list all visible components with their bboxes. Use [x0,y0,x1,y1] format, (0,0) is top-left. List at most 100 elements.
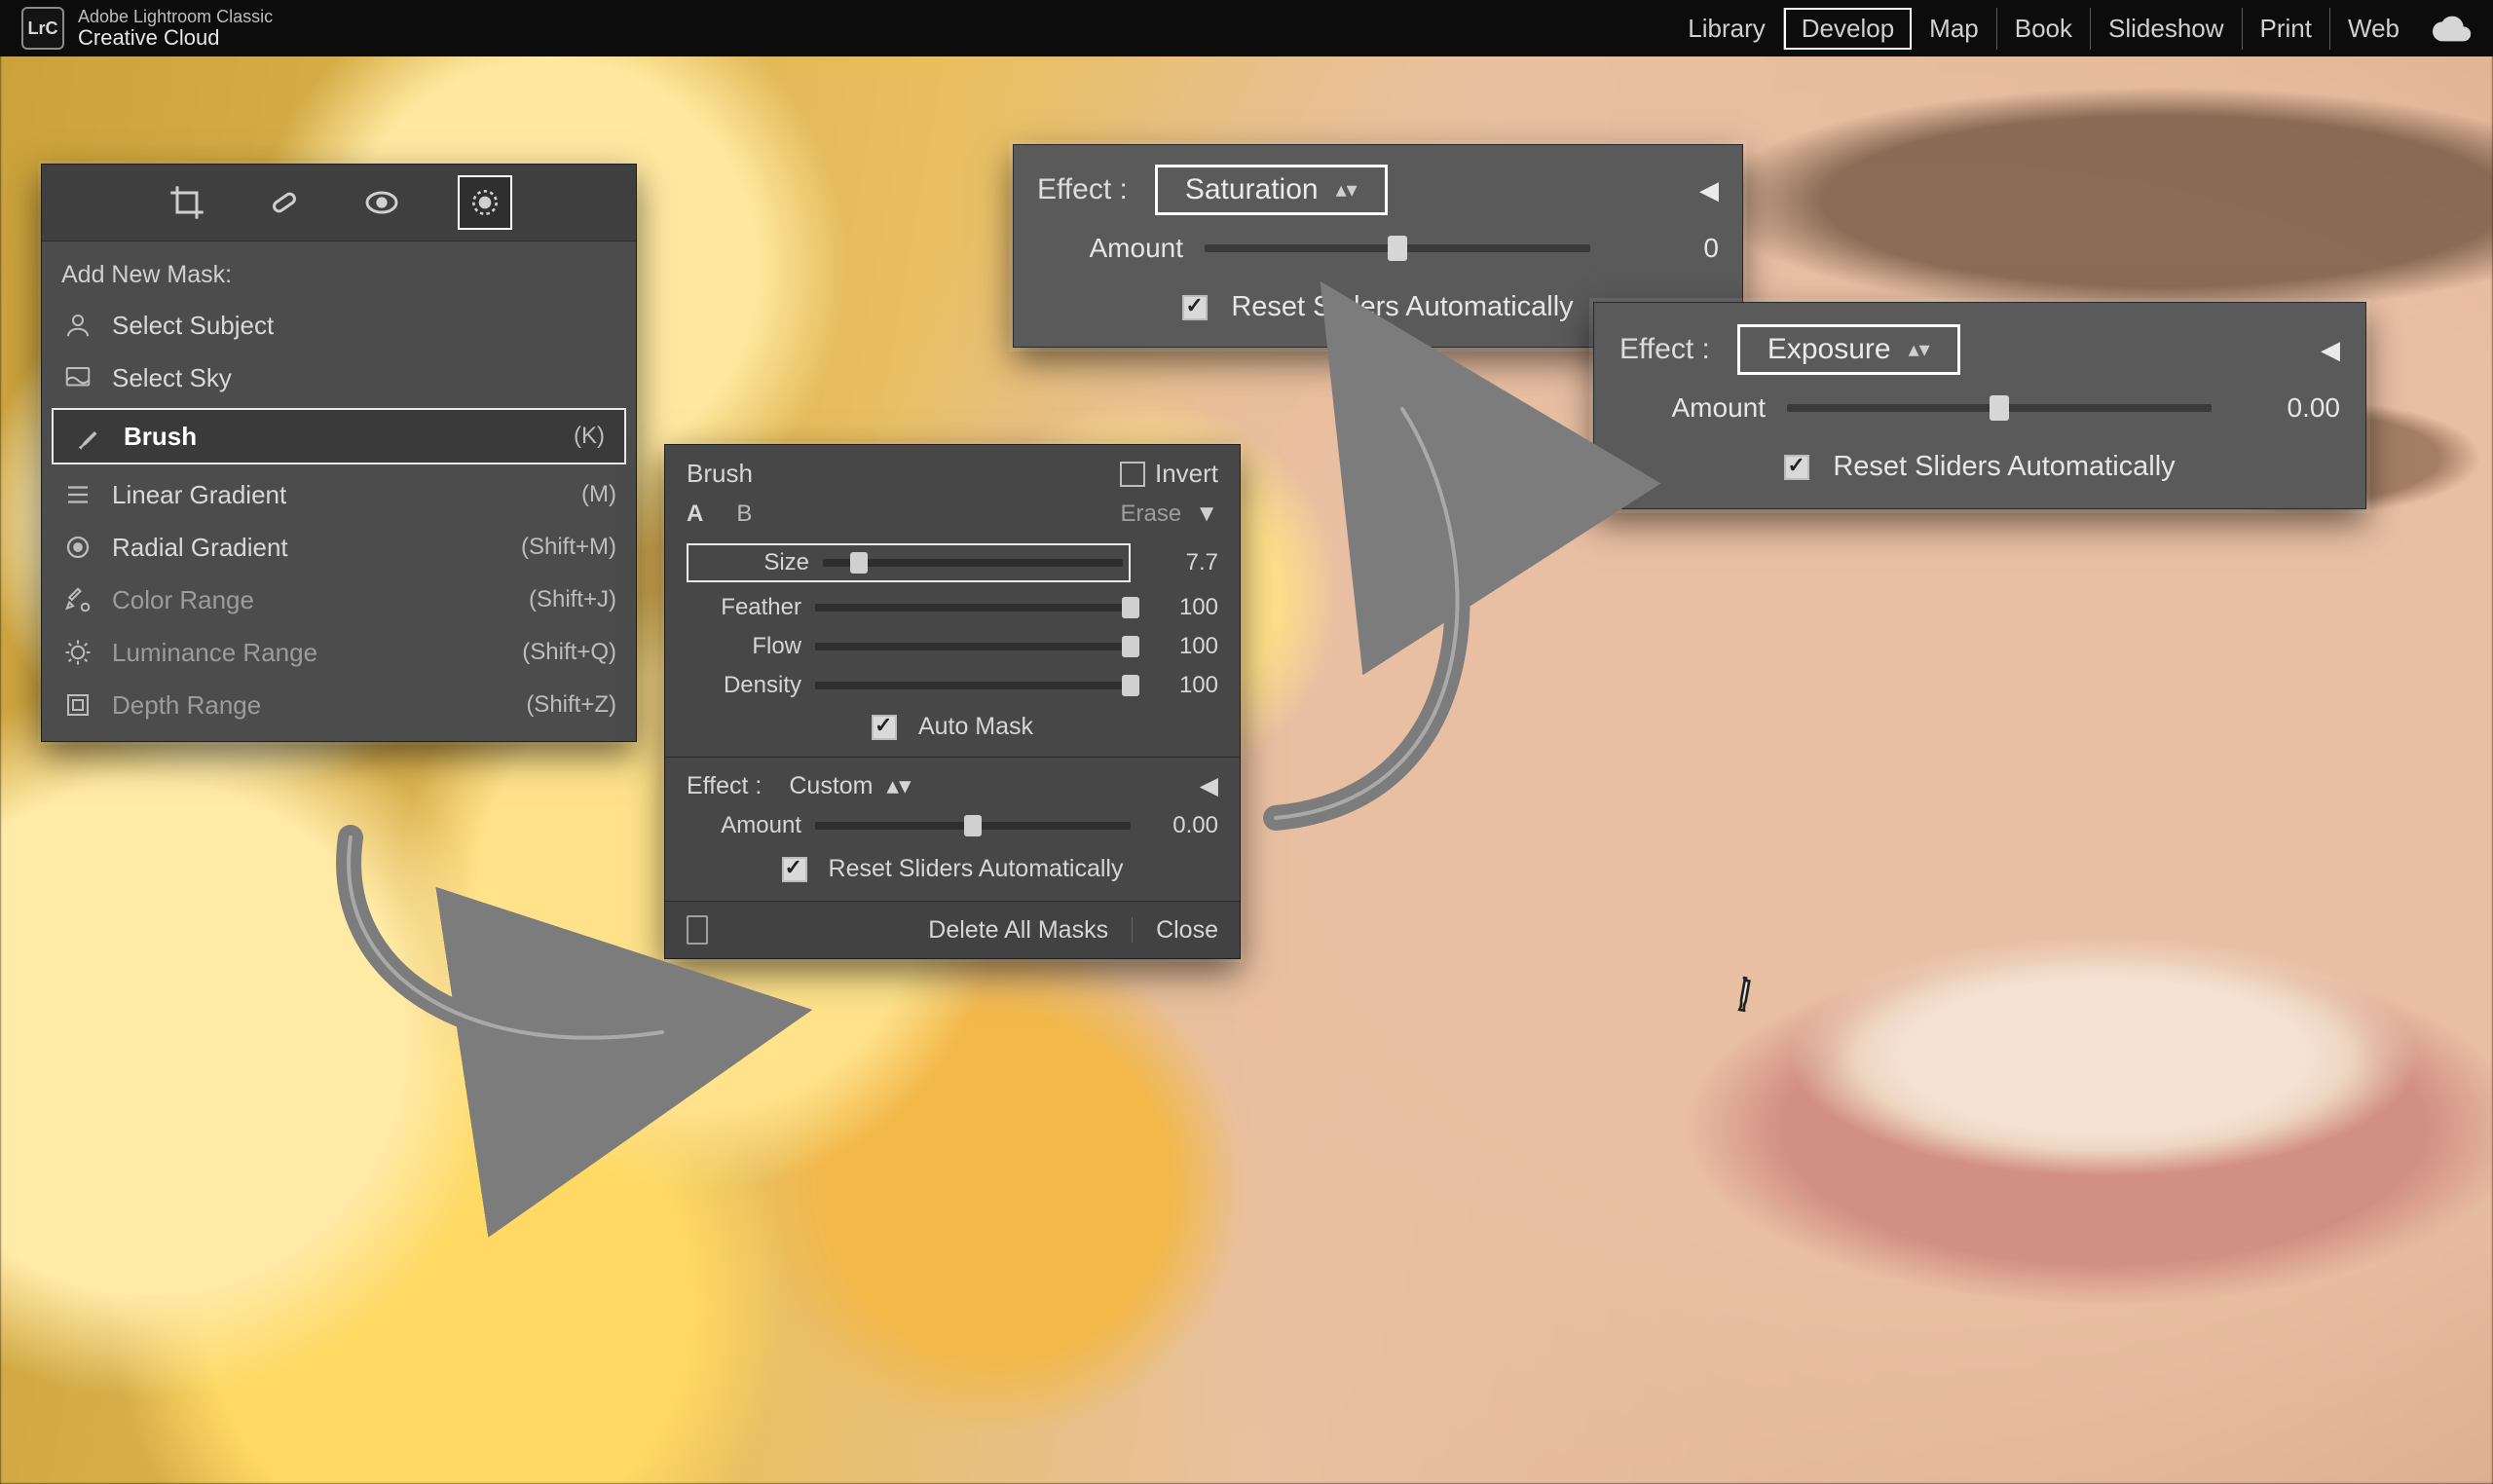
slider-size[interactable] [823,559,1123,567]
slider-flow[interactable] [815,643,1131,650]
mask-row-linear-gradient[interactable]: Linear Gradient (M) [42,468,636,521]
brush-amount-row: Amount 0.00 [665,806,1240,845]
module-library[interactable]: Library [1670,8,1783,50]
slider-size-value: 7.7 [1144,549,1218,576]
module-web[interactable]: Web [2330,8,2417,50]
fx-exp-dropdown[interactable]: Exposure▴▾ [1737,324,1960,375]
masking-tool-icon[interactable] [458,175,512,230]
mask-row-label: Radial Gradient [112,533,288,563]
mask-row-shortcut: (Shift+Q) [522,639,616,666]
fx-sat-amount-slider[interactable] [1205,244,1590,252]
brush-amount-slider[interactable] [815,822,1131,830]
slider-density-label: Density [687,672,801,699]
brush-effect-collapse-icon[interactable]: ◀ [1200,771,1218,800]
module-print[interactable]: Print [2243,8,2330,50]
mask-row-label: Select Subject [112,311,274,341]
cloud-sync-icon[interactable] [2433,15,2472,42]
module-picker: LibraryDevelopMapBookSlideshowPrintWeb [1670,8,2472,50]
fx-exp-amount-label: Amount [1619,392,1766,424]
app-title-line1: Adobe Lightroom Classic [78,8,273,26]
app-title: Adobe Lightroom Classic Creative Cloud [78,8,273,49]
brush-panel: Brush Invert A B Erase ▼ Size 7.7 Feathe… [664,444,1241,959]
mask-row-label: Luminance Range [112,638,317,668]
fx-sat-amount-value: 0 [1612,233,1719,264]
effect-exposure-panel: Effect : Exposure▴▾ ◀ Amount 0.00 Reset … [1593,302,2366,509]
brush-title: Brush [687,459,753,489]
slider-density[interactable] [815,682,1131,689]
invert-label: Invert [1155,459,1218,489]
slider-feather-value: 100 [1144,594,1218,621]
heal-tool-icon[interactable] [263,181,306,224]
fx-sat-reset-label: Reset Sliders Automatically [1231,291,1573,323]
mask-row-color-range[interactable]: Color Range(Shift+J) [42,574,636,626]
slider-density-value: 100 [1144,672,1218,699]
mask-row-label: Linear Gradient [112,480,286,510]
fx-exp-reset-label: Reset Sliders Automatically [1833,451,2175,483]
fx-exp-reset-checkbox[interactable] [1784,455,1809,480]
mask-header: Add New Mask: [42,255,636,299]
crop-tool-icon[interactable] [166,181,208,224]
linear-icon [61,478,94,511]
sky-icon [61,361,94,394]
mask-row-label: Depth Range [112,690,261,721]
masking-panel: Add New Mask: Select Subject Select Sky Br… [41,164,637,742]
module-slideshow[interactable]: Slideshow [2091,8,2243,50]
mask-row-select-subject[interactable]: Select Subject [42,299,636,352]
slider-feather-row: Feather 100 [665,588,1240,627]
fx-exp-collapse-icon[interactable]: ◀ [2321,335,2340,365]
radial-icon [61,531,94,564]
brush-tab-a[interactable]: A [687,501,703,528]
brush-tab-b[interactable]: B [736,501,752,528]
invert-checkbox[interactable] [1120,462,1145,487]
mask-row-luminance-range[interactable]: Luminance Range (Shift+Q) [42,626,636,679]
top-bar: LrC Adobe Lightroom Classic Creative Clo… [0,0,2493,56]
slider-size-label: Size [694,549,809,576]
module-map[interactable]: Map [1912,8,1997,50]
mask-toolstrip [42,165,636,241]
app-badge: LrC [21,7,64,50]
close-button[interactable]: Close [1156,916,1218,945]
brush-effect-dropdown[interactable]: Custom ▴▾ [789,771,911,800]
fx-sat-reset-checkbox[interactable] [1182,295,1208,320]
app-title-line2: Creative Cloud [78,26,273,49]
brush-effect-label: Effect : [687,772,762,800]
fx-sat-effect-label: Effect : [1037,173,1128,206]
mask-row-depth-range[interactable]: Depth Range (Shift+Z) [42,679,636,731]
brush-reset-checkbox[interactable] [782,857,807,882]
mask-row-shortcut: (Shift+J) [529,586,616,613]
person-icon [61,309,94,342]
mask-row-radial-gradient[interactable]: Radial Gradient(Shift+M) [42,521,636,574]
brush-preset-dropdown-icon[interactable]: ▼ [1195,501,1218,528]
mask-row-shortcut: (K) [574,423,605,450]
mask-row-shortcut: (M) [581,481,616,508]
slider-flow-label: Flow [687,633,801,660]
mask-row-label: Brush [124,422,197,452]
brush-amount-value: 0.00 [1144,812,1218,839]
redeye-tool-icon[interactable] [360,181,403,224]
fx-exp-effect-label: Effect : [1619,333,1710,366]
depth-icon [61,688,94,722]
fx-sat-dropdown[interactable]: Saturation▴▾ [1155,165,1388,215]
colorrange-icon [61,583,94,616]
mask-row-shortcut: (Shift+Z) [526,691,616,719]
fx-exp-amount-slider[interactable] [1787,404,2212,412]
slider-feather-label: Feather [687,594,801,621]
fx-exp-amount-value: 0.00 [2233,392,2340,424]
slider-feather[interactable] [815,604,1131,612]
fx-sat-amount-label: Amount [1037,233,1183,264]
mask-row-brush[interactable]: Brush (K) [52,408,626,464]
mask-row-label: Select Sky [112,363,232,393]
module-develop[interactable]: Develop [1784,8,1912,50]
delete-all-masks-button[interactable]: Delete All Masks [928,916,1108,945]
brush-amount-label: Amount [687,812,801,839]
module-book[interactable]: Book [1997,8,2091,50]
panel-handle-icon[interactable] [687,915,708,945]
fx-sat-collapse-icon[interactable]: ◀ [1699,175,1719,205]
brush-icon [73,420,106,453]
auto-mask-checkbox[interactable] [872,715,897,740]
mask-row-select-sky[interactable]: Select Sky [42,352,636,404]
brush-erase[interactable]: Erase [1121,501,1182,528]
slider-density-row: Density 100 [665,666,1240,705]
auto-mask-label: Auto Mask [918,713,1033,741]
brush-reset-label: Reset Sliders Automatically [829,855,1124,883]
